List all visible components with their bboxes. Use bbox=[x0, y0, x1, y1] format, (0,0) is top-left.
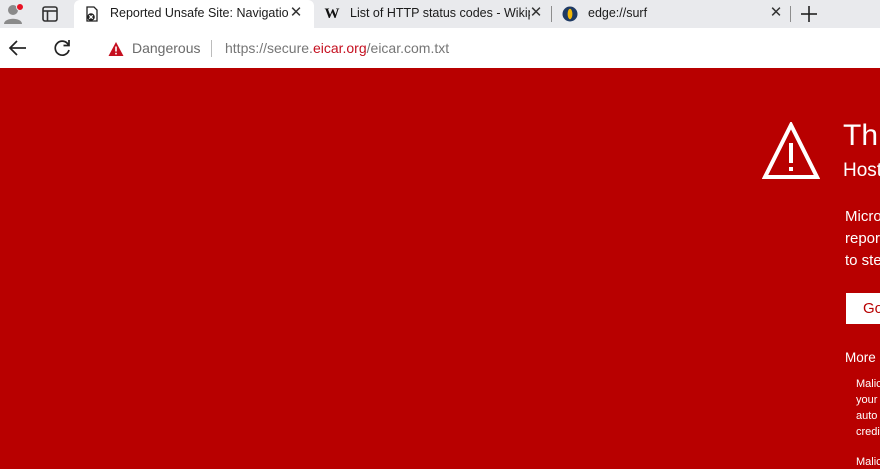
warning-triangle-icon bbox=[761, 120, 821, 180]
warning-description: Micro repor to ste bbox=[845, 206, 880, 272]
close-icon[interactable]: ✕ bbox=[768, 5, 784, 21]
detail-line: Malic bbox=[856, 378, 880, 390]
tab-title: Reported Unsafe Site: Navigation bbox=[110, 6, 288, 20]
refresh-icon bbox=[54, 40, 70, 56]
tab-actions-menu-button[interactable] bbox=[40, 4, 60, 24]
go-back-button[interactable]: Go bbox=[846, 293, 880, 324]
tab-http-status-codes[interactable]: W List of HTTP status codes - Wikip ✕ bbox=[314, 0, 550, 28]
new-tab-button[interactable] bbox=[798, 3, 820, 25]
blocked-page-icon bbox=[84, 6, 100, 22]
tab-title: List of HTTP status codes - Wikip bbox=[350, 6, 530, 20]
close-icon[interactable]: ✕ bbox=[288, 5, 304, 21]
address-bar[interactable]: Dangerous https://secure.eicar.org/eicar… bbox=[90, 32, 880, 64]
detail-line: credi bbox=[856, 426, 880, 438]
description-line: Micro bbox=[845, 208, 880, 225]
profile-avatar-icon bbox=[4, 3, 24, 24]
detail-line: your bbox=[856, 394, 878, 406]
page-heading: Thi bbox=[843, 119, 880, 152]
wikipedia-icon: W bbox=[324, 6, 340, 22]
unsafe-site-warning-page: Thi Host Micro repor to ste Go More Mali… bbox=[0, 68, 880, 469]
tab-actions-icon bbox=[42, 6, 58, 22]
profile-button[interactable] bbox=[2, 2, 24, 24]
detail-paragraph: Malic your auto credi bbox=[856, 376, 880, 440]
url-text[interactable]: https://secure.eicar.org/eicar.com.txt bbox=[225, 40, 449, 56]
tab-strip: Reported Unsafe Site: Navigation ✕ W Lis… bbox=[0, 0, 880, 28]
page-subheading: Host bbox=[843, 160, 880, 181]
surf-icon bbox=[562, 6, 578, 22]
address-divider bbox=[211, 40, 212, 57]
description-line: to ste bbox=[845, 252, 880, 269]
more-information-toggle[interactable]: More bbox=[845, 350, 876, 365]
plus-icon bbox=[801, 6, 817, 22]
detail-line: Malic bbox=[856, 456, 880, 468]
url-prefix: https://secure. bbox=[225, 40, 313, 56]
url-path: /eicar.com.txt bbox=[366, 40, 450, 56]
close-icon[interactable]: ✕ bbox=[528, 5, 544, 21]
back-button[interactable] bbox=[6, 36, 30, 60]
site-security-label[interactable]: Dangerous bbox=[132, 40, 201, 56]
detail-line: auto bbox=[856, 410, 878, 422]
tab-separator bbox=[790, 6, 791, 22]
back-arrow-icon bbox=[8, 40, 26, 56]
url-host: eicar.org bbox=[312, 40, 367, 56]
description-line: repor bbox=[845, 230, 880, 247]
tab-title: edge://surf bbox=[588, 6, 648, 20]
warning-triangle-icon[interactable] bbox=[108, 41, 124, 57]
tab-reported-unsafe-site[interactable]: Reported Unsafe Site: Navigation ✕ bbox=[74, 0, 314, 28]
refresh-button[interactable] bbox=[50, 36, 74, 60]
detail-paragraph: Malic bbox=[856, 454, 880, 469]
tab-edge-surf[interactable]: edge://surf ✕ bbox=[552, 0, 788, 28]
browser-toolbar: Dangerous https://secure.eicar.org/eicar… bbox=[0, 28, 880, 68]
